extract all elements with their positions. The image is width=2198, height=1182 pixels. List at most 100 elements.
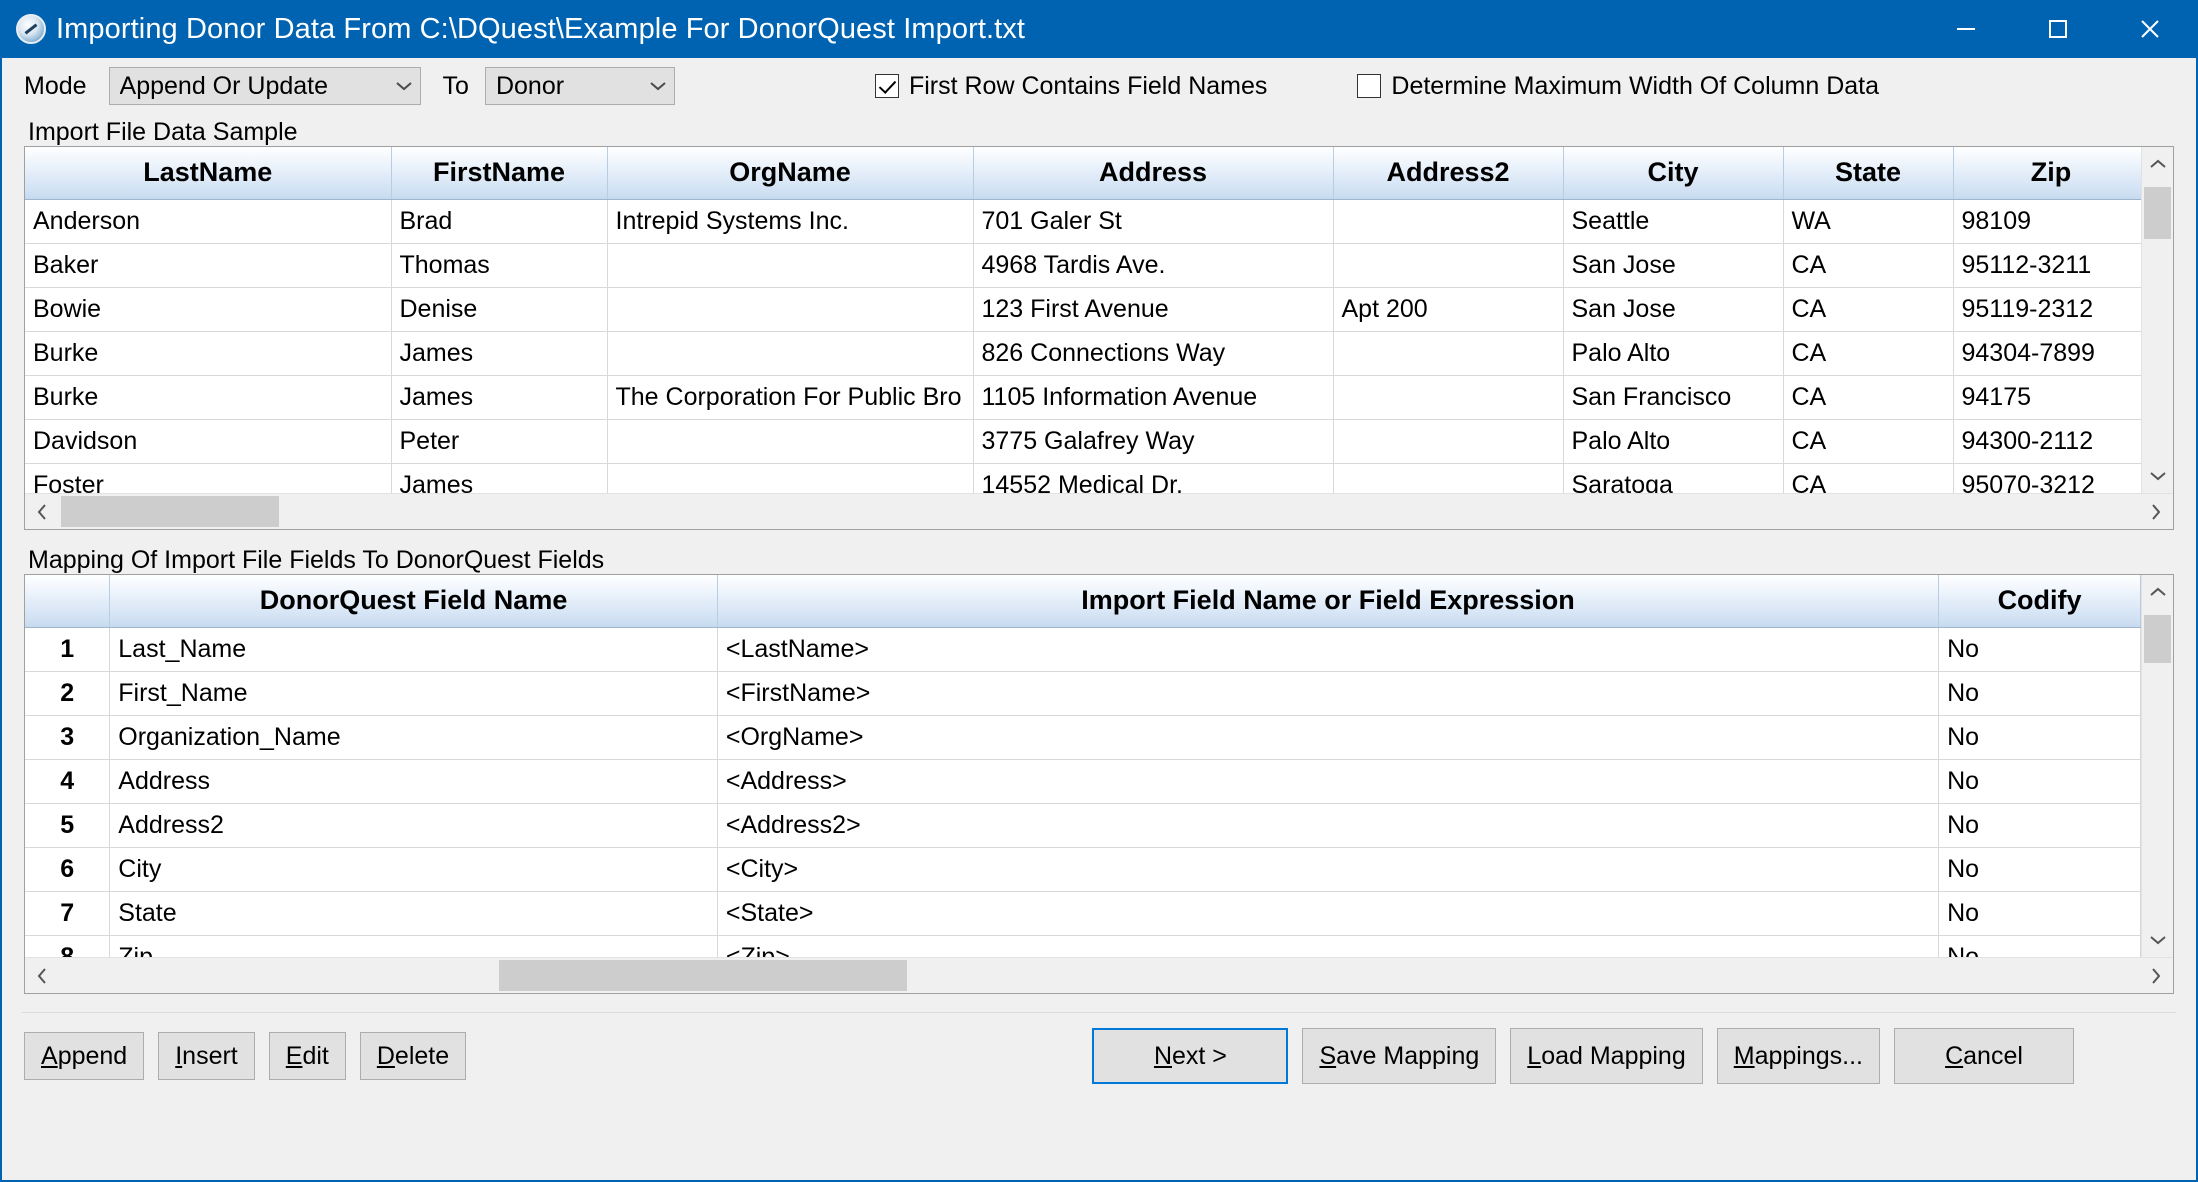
donorquest-field-cell[interactable]: First_Name [109,671,718,716]
table-cell[interactable]: Peter [391,419,608,464]
scroll-right-button[interactable] [2139,502,2173,522]
codify-cell[interactable]: No [1938,891,2141,936]
table-cell[interactable]: Thomas [391,243,608,288]
table-cell[interactable]: San Francisco [1563,375,1784,420]
codify-cell[interactable]: No [1938,803,2141,848]
donorquest-field-cell[interactable]: Address [109,759,718,804]
table-cell[interactable]: Bowie [25,287,392,332]
table-row[interactable]: Davidson Peter 3775 Galafrey Way Palo Alto C… [25,419,2141,464]
table-cell[interactable]: Apt 200 [1333,287,1564,332]
table-cell[interactable]: 123 First Avenue [973,287,1334,332]
donorquest-field-cell[interactable]: City [109,847,718,892]
table-row[interactable]: 2 First_Name <FirstName> No [25,671,2141,716]
table-cell[interactable]: 14552 Medical Dr. [973,463,1334,493]
table-cell[interactable]: 701 Galer St [973,199,1334,244]
table-cell[interactable]: WA [1783,199,1954,244]
mapping-vscroll-thumb[interactable] [2144,615,2171,663]
sample-vscroll-thumb[interactable] [2144,187,2171,239]
scroll-left-button[interactable] [25,502,59,522]
table-row[interactable]: Burke James 826 Connections Way Palo Alto CA… [25,331,2141,376]
insert-button[interactable]: Insert [158,1032,255,1080]
table-cell[interactable]: 95119-2312 [1953,287,2141,332]
next-button[interactable]: Next > [1092,1028,1289,1084]
table-cell[interactable]: CA [1783,287,1954,332]
save-mapping-button[interactable]: Save Mapping [1302,1028,1497,1084]
cancel-button[interactable]: Cancel [1894,1028,2074,1084]
donorquest-field-cell[interactable]: State [109,891,718,936]
table-cell[interactable]: Foster [25,463,392,493]
sample-horizontal-scrollbar[interactable] [25,493,2173,529]
column-header[interactable]: Codify [1938,575,2141,628]
table-cell[interactable] [1333,463,1564,493]
sample-vscroll-track[interactable] [2142,181,2173,459]
table-cell[interactable]: 1105 Information Avenue [973,375,1334,420]
codify-cell[interactable]: No [1938,715,2141,760]
import-field-expression-cell[interactable]: <State> [717,891,1940,936]
codify-cell[interactable]: No [1938,935,2141,957]
table-cell[interactable]: James [391,463,608,493]
column-header[interactable]: Zip [1953,147,2141,200]
sample-hscroll-thumb[interactable] [61,496,279,527]
import-field-expression-cell[interactable]: <FirstName> [717,671,1940,716]
mapping-hscroll-thumb[interactable] [499,960,907,991]
mode-select[interactable]: Append Or Update [108,67,421,105]
table-cell[interactable]: Saratoga [1563,463,1784,493]
table-cell[interactable]: 95070-3212 [1953,463,2141,493]
table-row[interactable]: 1 Last_Name <LastName> No [25,627,2141,672]
max-width-checkbox[interactable]: Determine Maximum Width Of Column Data [1357,72,1879,101]
table-cell[interactable] [1333,331,1564,376]
mapping-vertical-scrollbar[interactable] [2141,575,2173,957]
table-cell[interactable]: Burke [25,375,392,420]
table-cell[interactable]: The Corporation For Public Bro [607,375,974,420]
codify-cell[interactable]: No [1938,847,2141,892]
delete-button[interactable]: Delete [359,1032,467,1080]
mappings-button[interactable]: Mappings... [1716,1028,1880,1084]
table-row[interactable]: 8 Zip <Zip> No [25,935,2141,957]
mapping-hscroll-track[interactable] [59,958,2139,993]
table-cell[interactable]: 94304-7899 [1953,331,2141,376]
table-cell[interactable]: 98109 [1953,199,2141,244]
table-cell[interactable]: Palo Alto [1563,331,1784,376]
scroll-left-button[interactable] [25,966,59,986]
table-row[interactable]: 4 Address <Address> No [25,759,2141,804]
import-field-expression-cell[interactable]: <LastName> [717,627,1940,672]
maximize-button[interactable] [2012,0,2104,58]
table-cell[interactable]: CA [1783,331,1954,376]
table-cell[interactable]: James [391,331,608,376]
table-cell[interactable] [607,331,974,376]
table-cell[interactable]: CA [1783,243,1954,288]
scroll-down-button[interactable] [2148,923,2168,957]
table-cell[interactable]: 3775 Galafrey Way [973,419,1334,464]
table-cell[interactable]: CA [1783,419,1954,464]
column-header[interactable] [25,575,111,628]
donorquest-field-cell[interactable]: Organization_Name [109,715,718,760]
table-cell[interactable]: 826 Connections Way [973,331,1334,376]
table-cell[interactable]: 94300-2112 [1953,419,2141,464]
first-row-checkbox[interactable]: First Row Contains Field Names [874,72,1267,101]
table-row[interactable]: 3 Organization_Name <OrgName> No [25,715,2141,760]
table-cell[interactable]: Intrepid Systems Inc. [607,199,974,244]
import-field-expression-cell[interactable]: <Zip> [717,935,1940,957]
column-header[interactable]: LastName [25,147,392,200]
table-cell[interactable] [1333,419,1564,464]
table-cell[interactable] [607,287,974,332]
codify-cell[interactable]: No [1938,759,2141,804]
table-cell[interactable] [1333,199,1564,244]
close-button[interactable] [2104,0,2196,58]
donorquest-field-cell[interactable]: Address2 [109,803,718,848]
table-cell[interactable] [1333,375,1564,420]
column-header[interactable]: FirstName [391,147,608,200]
codify-cell[interactable]: No [1938,627,2141,672]
column-header[interactable]: OrgName [607,147,974,200]
append-button[interactable]: Append [24,1032,145,1080]
donorquest-field-cell[interactable]: Last_Name [109,627,718,672]
table-row[interactable]: 6 City <City> No [25,847,2141,892]
table-cell[interactable] [607,463,974,493]
sample-vertical-scrollbar[interactable] [2141,147,2173,493]
column-header[interactable]: Address2 [1333,147,1564,200]
edit-button[interactable]: Edit [268,1032,346,1080]
table-cell[interactable]: Denise [391,287,608,332]
table-cell[interactable]: Seattle [1563,199,1784,244]
table-cell[interactable] [607,419,974,464]
table-cell[interactable]: Baker [25,243,392,288]
